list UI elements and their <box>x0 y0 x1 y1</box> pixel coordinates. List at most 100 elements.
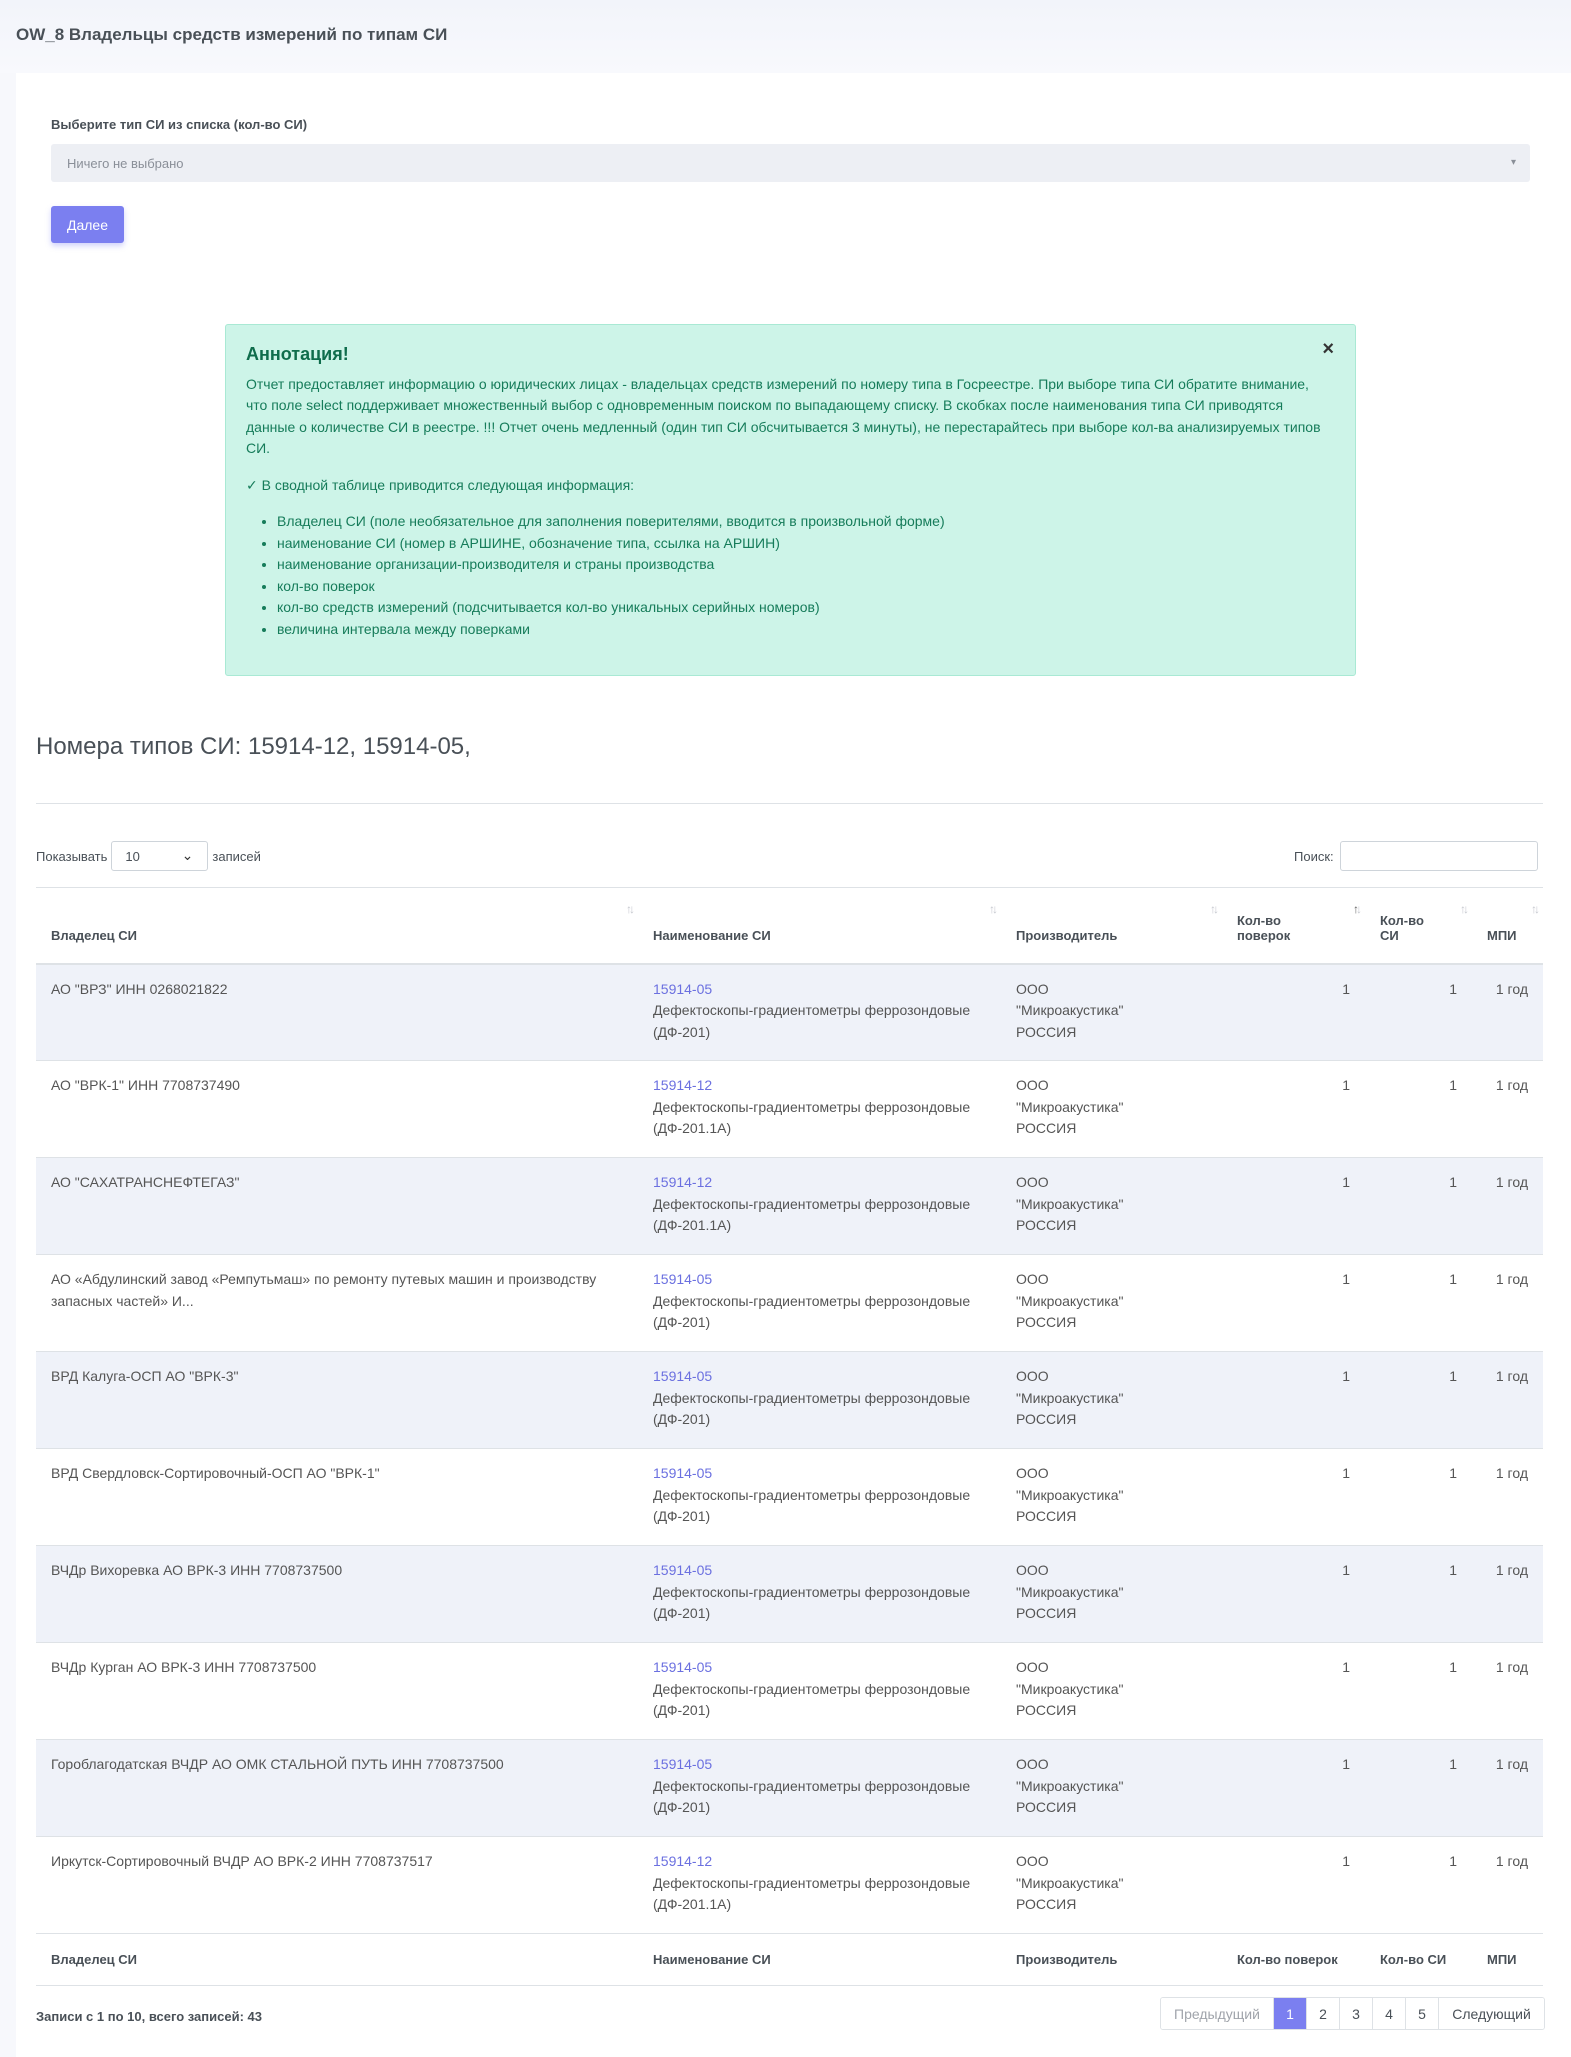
tf-verifications: Кол-во поверок <box>1237 1952 1338 1967</box>
owners-table: Владелец СИ ↑↓ Наименование СИ ↑↓ Производ… <box>36 887 1543 1986</box>
arshin-link[interactable]: 15914-05 <box>653 1368 712 1384</box>
cell-mpi: 1 год <box>1495 1077 1528 1093</box>
cell-count: 1 <box>1449 980 1457 997</box>
sort-arrows-icon: ↑↓ <box>1210 902 1219 916</box>
type-select-placeholder: Ничего не выбрано <box>67 155 184 171</box>
pagination-page-2[interactable]: 2 <box>1306 1998 1339 2029</box>
table-row: АО "ВРЗ" ИНН 0268021822 15914-05 Дефектоск… <box>36 963 1543 1061</box>
list-item: кол-во поверок <box>277 576 1335 598</box>
close-icon[interactable]: × <box>1322 338 1334 361</box>
cell-mpi: 1 год <box>1495 1756 1528 1772</box>
list-item: кол-во средств измерений (подсчитывается… <box>277 597 1335 619</box>
cell-verifications: 1 <box>1342 1368 1350 1384</box>
sort-arrows-icon: ↑↓ <box>626 902 635 916</box>
table-row: ВЧДр Вихоревка АО ВРК-3 ИНН 7708737500 15… <box>36 1545 1543 1643</box>
arshin-link[interactable]: 15914-05 <box>653 1271 712 1287</box>
arshin-link[interactable]: 15914-12 <box>653 1077 712 1093</box>
cell-maker: ООО "Микроакустика" РОССИЯ <box>1016 1756 1124 1815</box>
cell-count: 1 <box>1449 1562 1457 1578</box>
arshin-link[interactable]: 15914-05 <box>653 981 712 997</box>
tf-mpi: МПИ <box>1487 1952 1517 1967</box>
cell-verifications: 1 <box>1342 1562 1350 1578</box>
table-row: ВЧДр Курган АО ВРК-3 ИНН 7708737500 15914… <box>36 1643 1543 1740</box>
list-item: наименование СИ (номер в АРШИНЕ, обознач… <box>277 533 1335 555</box>
cell-maker: ООО "Микроакустика" РОССИЯ <box>1016 1077 1124 1136</box>
caret-down-icon: ▾ <box>1510 157 1516 168</box>
cell-owner: АО "ВРК-1" ИНН 7708737490 <box>51 1077 240 1093</box>
cell-mpi: 1 год <box>1495 1174 1528 1190</box>
annotation-list: Владелец СИ (поле необязательное для зап… <box>246 511 1335 640</box>
length-control: Показывать 10 ⌄ записей <box>36 841 261 871</box>
th-verifications[interactable]: Кол-во поверок ↑↓ <box>1222 888 1365 964</box>
annotation-title: Аннотация! <box>246 344 349 364</box>
tf-owner: Владелец СИ <box>51 1952 138 1967</box>
cell-count: 1 <box>1449 1659 1457 1675</box>
cell-owner: АО «Абдулинский завод «Ремпутьмаш» по ре… <box>51 1271 597 1309</box>
page-title: OW_8 Владельцы средств измерений по типа… <box>16 25 448 44</box>
th-maker[interactable]: Производитель ↑↓ <box>1001 888 1222 964</box>
chevron-down-icon: ⌄ <box>181 847 194 863</box>
cell-count: 1 <box>1449 1174 1457 1190</box>
cell-owner: ВЧДр Курган АО ВРК-3 ИНН 7708737500 <box>51 1659 317 1675</box>
cell-owner: ВРД Калуга-ОСП АО "ВРК-3" <box>51 1368 239 1384</box>
th-mpi[interactable]: МПИ ↑↓ <box>1472 888 1543 964</box>
cell-maker: ООО "Микроакустика" РОССИЯ <box>1016 1659 1124 1718</box>
arshin-link[interactable]: 15914-12 <box>653 1174 712 1190</box>
search-input[interactable] <box>1339 841 1538 871</box>
list-item: величина интервала между поверками <box>277 619 1335 641</box>
sort-arrows-icon: ↑↓ <box>1460 902 1469 916</box>
pagination-next[interactable]: Следующий <box>1438 1998 1544 2029</box>
tf-maker: Производитель <box>1016 1952 1118 1967</box>
cell-count: 1 <box>1449 1368 1457 1384</box>
pagination-page-3[interactable]: 3 <box>1339 1998 1372 2029</box>
annotation-text: Отчет предоставляет информацию о юридиче… <box>246 375 1321 457</box>
table-row: ВРД Калуга-ОСП АО "ВРК-3" 15914-05 Дефекто… <box>36 1351 1543 1449</box>
arshin-link[interactable]: 15914-05 <box>653 1756 712 1772</box>
pagination-prev[interactable]: Предыдущий <box>1161 1998 1273 2029</box>
cell-count: 1 <box>1449 1465 1457 1481</box>
cell-name: 15914-05 Дефектоскопы-градиентометры ферр… <box>653 1562 971 1621</box>
search-control: Поиск: <box>1294 841 1538 871</box>
cell-mpi: 1 год <box>1495 1465 1528 1481</box>
tf-name: Наименование СИ <box>653 1952 771 1967</box>
length-select[interactable]: 10 ⌄ <box>111 841 209 871</box>
cell-maker: ООО "Микроакустика" РОССИЯ <box>1016 980 1124 1040</box>
table-row: АО "САХАТРАНСНЕФТЕГАЗ" 15914-12 Дефектоско… <box>36 1157 1543 1255</box>
arshin-link[interactable]: 15914-05 <box>653 1465 712 1481</box>
th-count[interactable]: Кол-во СИ ↑↓ <box>1365 888 1472 964</box>
pagination-page-1[interactable]: 1 <box>1273 1998 1306 2029</box>
th-name[interactable]: Наименование СИ ↑↓ <box>638 888 1001 964</box>
type-select[interactable]: Ничего не выбрано ▾ <box>51 144 1530 182</box>
next-button[interactable]: Далее <box>51 206 124 243</box>
cell-name: 15914-05 Дефектоскопы-градиентометры ферр… <box>653 1659 971 1718</box>
divider <box>36 803 1543 804</box>
cell-maker: ООО "Микроакустика" РОССИЯ <box>1016 1174 1124 1233</box>
table-row: Иркутск-Сортировочный ВЧДР АО ВРК-2 ИНН … <box>36 1837 1543 1934</box>
cell-maker: ООО "Микроакустика" РОССИЯ <box>1016 1853 1124 1912</box>
cell-name: 15914-12 Дефектоскопы-градиентометры ферр… <box>653 1077 971 1136</box>
sort-arrows-icon: ↑↓ <box>989 902 998 916</box>
arshin-link[interactable]: 15914-05 <box>653 1562 712 1578</box>
length-value: 10 <box>125 848 140 864</box>
cell-owner: ВРД Свердловск-Сортировочный-ОСП АО "ВРК… <box>51 1465 380 1481</box>
list-item: наименование организации-производителя и… <box>277 554 1335 576</box>
table-row: АО «Абдулинский завод «Ремпутьмаш» по ре… <box>36 1255 1543 1352</box>
list-item: Владелец СИ (поле необязательное для зап… <box>277 511 1335 533</box>
search-label: Поиск: <box>1294 848 1334 864</box>
th-owner[interactable]: Владелец СИ ↑↓ <box>36 888 638 964</box>
cell-name: 15914-12 Дефектоскопы-градиентометры ферр… <box>653 1174 971 1233</box>
cell-name: 15914-05 Дефектоскопы-градиентометры ферр… <box>653 1368 971 1427</box>
pagination-page-4[interactable]: 4 <box>1372 1998 1405 2029</box>
cell-count: 1 <box>1449 1853 1457 1869</box>
annotation-check-line: ✓ В сводной таблице приводится следующая… <box>246 476 635 493</box>
arshin-link[interactable]: 15914-05 <box>653 1659 712 1675</box>
type-select-label: Выберите тип СИ из списка (кол-во СИ) <box>51 117 308 132</box>
cell-count: 1 <box>1449 1756 1457 1772</box>
arshin-link[interactable]: 15914-12 <box>653 1853 712 1869</box>
cell-owner: ВЧДр Вихоревка АО ВРК-3 ИНН 7708737500 <box>51 1562 343 1578</box>
cell-maker: ООО "Микроакустика" РОССИЯ <box>1016 1562 1124 1621</box>
cell-owner: АО "САХАТРАНСНЕФТЕГАЗ" <box>51 1174 240 1190</box>
cell-verifications: 1 <box>1342 1077 1350 1093</box>
cell-owner: АО "ВРЗ" ИНН 0268021822 <box>51 980 228 997</box>
pagination-page-5[interactable]: 5 <box>1405 1998 1438 2029</box>
